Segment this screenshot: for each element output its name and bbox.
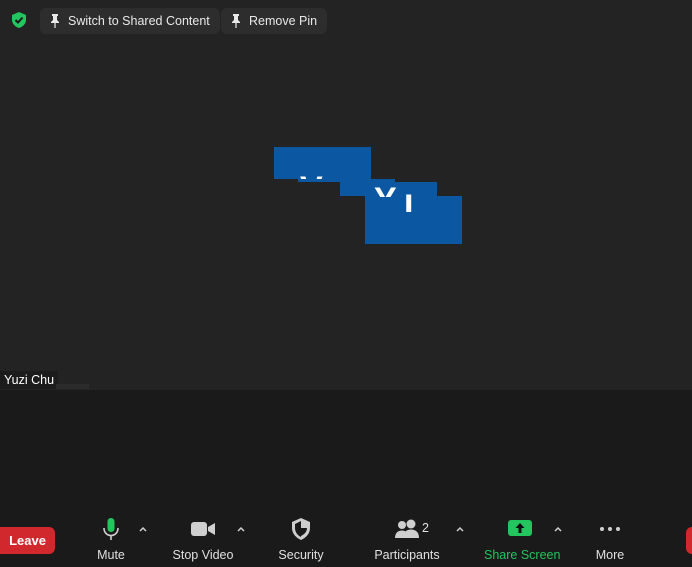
participants-button[interactable]: Participants [374, 517, 440, 565]
share-screen-arrow-icon [508, 520, 532, 536]
mute-label: Mute [97, 548, 125, 562]
stop-video-label: Stop Video [172, 548, 234, 562]
leave-button[interactable]: Leave [0, 527, 55, 554]
meeting-toolbar: Leave Mute Stop Video Security Participa… [0, 505, 692, 567]
participants-label: Participants [374, 548, 440, 562]
mute-button[interactable]: Mute [92, 517, 130, 565]
more-label: More [595, 548, 625, 562]
participant-count-badge: 2 [422, 521, 429, 535]
avatar-glyph-i: I [404, 190, 414, 212]
avatar-glyph-y: Y [374, 183, 402, 197]
video-area: Switch to Shared Content Remove Pin V Y … [0, 0, 692, 390]
shield-icon [292, 518, 310, 540]
remove-pin-button[interactable]: Remove Pin [221, 8, 328, 34]
chevron-up-icon[interactable] [138, 525, 148, 533]
chevron-up-icon[interactable] [553, 525, 563, 533]
share-screen-label: Share Screen [484, 548, 561, 562]
switch-to-shared-content-label: Switch to Shared Content [68, 14, 210, 28]
switch-to-shared-content-button[interactable]: Switch to Shared Content [40, 8, 220, 34]
security-button[interactable]: Security [276, 517, 326, 565]
more-dots-icon [600, 527, 620, 531]
chevron-up-icon[interactable] [455, 525, 465, 533]
pin-icon [232, 14, 240, 28]
microphone-icon [103, 518, 119, 540]
avatar-glyph-v: V [300, 172, 340, 179]
chevron-up-icon[interactable] [236, 525, 246, 533]
video-camera-icon [191, 522, 215, 536]
more-button[interactable]: More [592, 517, 628, 565]
security-label: Security [278, 548, 324, 562]
end-meeting-button-edge[interactable] [686, 527, 692, 554]
remove-pin-label: Remove Pin [249, 14, 318, 28]
name-label-tail [56, 384, 89, 389]
participant-name-label: Yuzi Chu [0, 371, 59, 389]
share-screen-button[interactable]: Share Screen [484, 517, 561, 565]
pin-icon [51, 14, 59, 28]
stop-video-button[interactable]: Stop Video [170, 517, 236, 565]
participants-icon [395, 519, 419, 538]
shield-check-icon[interactable] [10, 11, 28, 29]
